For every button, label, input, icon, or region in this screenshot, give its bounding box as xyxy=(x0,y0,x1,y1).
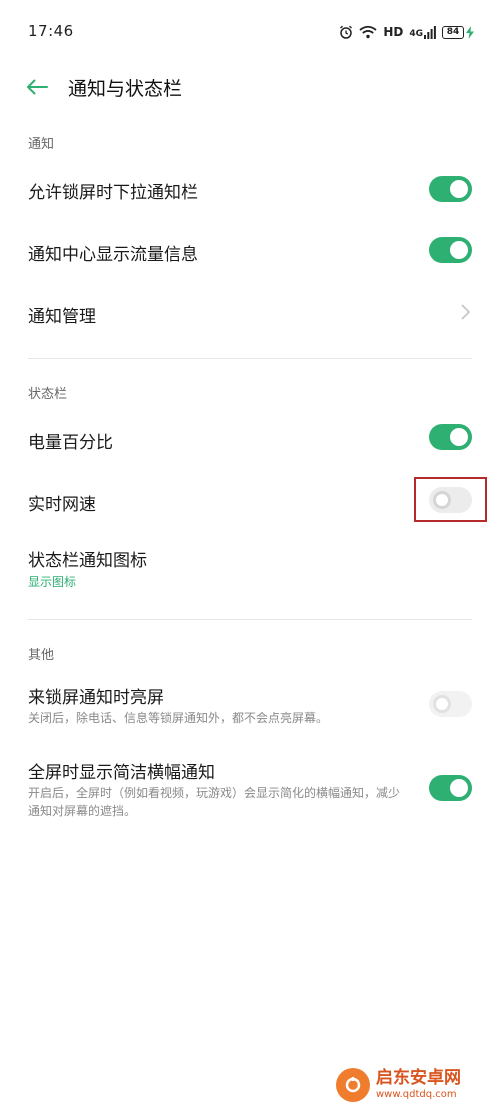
battery-percent-toggle[interactable] xyxy=(429,424,472,450)
alarm-icon xyxy=(340,25,353,39)
toggle-knob xyxy=(450,180,468,198)
page-header: 通知与状态栏 xyxy=(0,64,500,110)
fullscreen-banner-desc: 开启后，全屏时（例如看视频，玩游戏）会显示简化的横幅通知，减少通知对屏幕的遮挡。 xyxy=(28,786,401,818)
section-label-notify: 通知 xyxy=(28,137,55,152)
back-button[interactable] xyxy=(22,72,52,102)
status-bar: 17:46 HD 4G 84 xyxy=(0,0,500,64)
watermark-name: 启东安卓网 xyxy=(376,1068,461,1088)
battery-percent-label: 电量百分比 xyxy=(28,433,113,453)
wake-on-notify-desc: 关闭后，除电话、信息等锁屏通知外，都不会点亮屏幕。 xyxy=(28,711,329,725)
watermark-text: 启东安卓网 www.qdtdq.com xyxy=(376,1070,461,1100)
lockscreen-pulldown-toggle[interactable] xyxy=(429,176,472,202)
status-time: 17:46 xyxy=(28,22,74,40)
traffic-info-toggle[interactable] xyxy=(429,237,472,263)
section-divider xyxy=(28,358,472,359)
fullscreen-banner-label: 全屏时显示简洁横幅通知 xyxy=(28,763,215,783)
page-title: 通知与状态栏 xyxy=(68,78,183,100)
signal-icon xyxy=(424,26,436,39)
wake-on-notify-label: 来锁屏通知时亮屏 xyxy=(28,688,164,708)
highlight-box xyxy=(414,477,487,522)
watermark: 启东安卓网 www.qdtdq.com xyxy=(336,1065,496,1105)
wake-on-notify-toggle[interactable] xyxy=(429,691,472,717)
notify-icons-label: 状态栏通知图标 xyxy=(28,551,147,571)
toggle-knob xyxy=(450,428,468,446)
fullscreen-banner-toggle[interactable] xyxy=(429,775,472,801)
notification-manage-label: 通知管理 xyxy=(28,307,96,327)
toggle-knob xyxy=(433,695,451,713)
watermark-url: www.qdtdq.com xyxy=(376,1089,457,1100)
wifi-icon xyxy=(359,25,377,39)
toggle-knob xyxy=(450,779,468,797)
toggle-knob xyxy=(450,241,468,259)
arrow-left-icon xyxy=(27,79,48,95)
network-type: 4G xyxy=(409,29,423,39)
hd-indicator: HD xyxy=(383,25,404,39)
battery-indicator: 84 xyxy=(442,25,474,39)
chevron-right-icon xyxy=(461,304,471,320)
status-icons: HD 4G 84 xyxy=(339,22,474,42)
watermark-logo-icon xyxy=(336,1068,370,1102)
section-label-other: 其他 xyxy=(28,648,55,663)
section-label-statusbar: 状态栏 xyxy=(28,387,68,402)
battery-level: 84 xyxy=(442,25,464,39)
realtime-speed-label: 实时网速 xyxy=(28,495,96,515)
lockscreen-pulldown-label: 允许锁屏时下拉通知栏 xyxy=(28,183,198,203)
traffic-info-label: 通知中心显示流量信息 xyxy=(28,245,198,265)
notify-icons-value: 显示图标 xyxy=(28,575,77,589)
section-divider xyxy=(28,619,472,620)
charging-icon xyxy=(466,25,474,39)
signal-group: 4G xyxy=(409,25,436,39)
